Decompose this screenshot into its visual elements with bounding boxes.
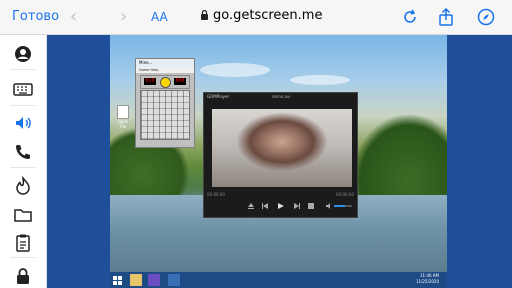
phone-icon[interactable] bbox=[13, 142, 33, 162]
clipboard-icon[interactable] bbox=[13, 233, 33, 253]
volume-icon[interactable] bbox=[326, 203, 332, 209]
player-controls bbox=[204, 199, 357, 215]
volume-icon[interactable] bbox=[13, 113, 33, 133]
play-icon[interactable] bbox=[278, 203, 284, 209]
shortcut-label: Open File bbox=[117, 119, 129, 129]
player-titlebar[interactable]: GOMPlayer demo.avi bbox=[204, 93, 357, 101]
file-explorer-icon[interactable] bbox=[130, 274, 142, 286]
smiley-button[interactable] bbox=[160, 77, 171, 88]
done-button[interactable]: Готово bbox=[12, 9, 59, 24]
divider bbox=[10, 167, 36, 168]
divider bbox=[10, 69, 36, 70]
media-player-taskbar-icon[interactable] bbox=[148, 274, 160, 286]
stop-icon[interactable] bbox=[308, 203, 314, 209]
minesweeper-window[interactable]: Mine... Game Help 010 000 bbox=[135, 58, 195, 148]
cloud bbox=[200, 63, 270, 77]
minesweeper-header: 010 000 bbox=[140, 75, 190, 89]
cloud bbox=[290, 75, 350, 85]
compass-icon[interactable] bbox=[477, 8, 495, 26]
text-size-button[interactable]: AA bbox=[151, 10, 168, 24]
mines-counter: 010 bbox=[144, 78, 156, 85]
remote-toolbar-sidebar bbox=[0, 35, 47, 288]
folder-icon[interactable] bbox=[13, 205, 33, 225]
forward-button[interactable]: › bbox=[120, 6, 127, 27]
lock-icon[interactable] bbox=[13, 266, 33, 286]
player-file-name: demo.avi bbox=[272, 94, 291, 99]
next-icon[interactable] bbox=[294, 203, 300, 209]
desktop-shortcut[interactable]: Open File bbox=[114, 105, 132, 129]
player-app-name: GOMPlayer bbox=[207, 94, 230, 99]
volume-slider[interactable] bbox=[334, 205, 352, 207]
minesweeper-menu[interactable]: Game Help bbox=[136, 67, 194, 73]
windows-start-icon[interactable] bbox=[113, 276, 122, 285]
eject-icon[interactable] bbox=[248, 203, 254, 209]
minesweeper-taskbar-icon[interactable] bbox=[168, 274, 180, 286]
back-button[interactable]: ‹ bbox=[70, 6, 77, 27]
divider bbox=[10, 257, 36, 258]
keyboard-icon[interactable] bbox=[13, 79, 33, 99]
lock-icon bbox=[201, 10, 208, 20]
remote-taskbar: 11:46 AM 11/25/2020 bbox=[110, 272, 447, 288]
system-clock[interactable]: 11:46 AM 11/25/2020 bbox=[416, 273, 439, 285]
reload-icon[interactable] bbox=[401, 8, 419, 26]
fire-icon[interactable] bbox=[13, 176, 33, 196]
elapsed-time: 00:00:00 bbox=[207, 192, 225, 197]
media-player-window[interactable]: GOMPlayer demo.avi 00:00:00 00:00:00 bbox=[203, 92, 358, 218]
file-icon bbox=[117, 105, 129, 119]
window-title: Mine... bbox=[139, 60, 153, 65]
minefield[interactable] bbox=[140, 90, 190, 140]
total-time: 00:00:00 bbox=[336, 192, 354, 197]
video-frame[interactable] bbox=[212, 109, 352, 187]
minesweeper-titlebar[interactable]: Mine... bbox=[136, 59, 194, 67]
volume-level bbox=[334, 205, 345, 207]
user-icon[interactable] bbox=[13, 44, 33, 64]
share-icon[interactable] bbox=[437, 8, 455, 26]
divider bbox=[10, 105, 36, 106]
clock-date: 11/25/2020 bbox=[415, 279, 439, 284]
previous-icon[interactable] bbox=[262, 203, 268, 209]
timer-display: 000 bbox=[174, 78, 186, 85]
address-bar[interactable]: go.getscreen.me bbox=[213, 8, 322, 23]
browser-toolbar: Готово ‹ › AA go.getscreen.me bbox=[0, 0, 512, 35]
